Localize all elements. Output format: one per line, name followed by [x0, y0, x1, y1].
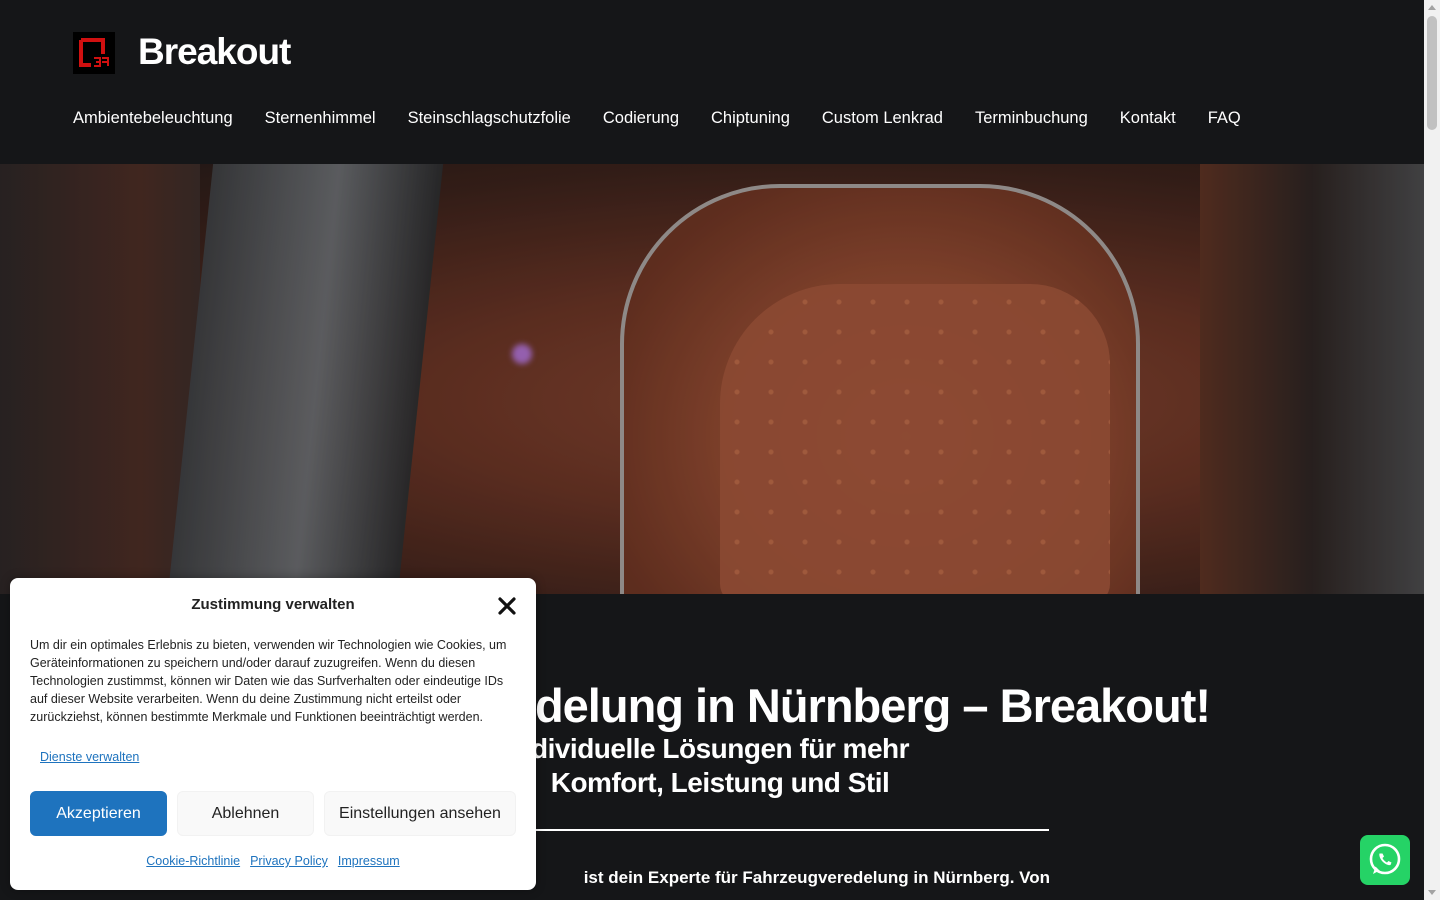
cookie-dialog-text: Um dir ein optimales Erlebnis zu bieten,… — [30, 638, 507, 724]
cookie-policy-link[interactable]: Cookie-Richtlinie — [146, 854, 240, 868]
impressum-link[interactable]: Impressum — [338, 854, 400, 868]
nav-item-kontakt[interactable]: Kontakt — [1120, 106, 1176, 130]
nav-item-terminbuchung[interactable]: Terminbuchung — [975, 106, 1088, 130]
cookie-consent-dialog: Zustimmung verwalten Um dir ein optimale… — [10, 578, 536, 890]
site-title[interactable]: Breakout — [138, 30, 291, 74]
privacy-policy-link[interactable]: Privacy Policy — [250, 854, 328, 868]
close-icon[interactable] — [496, 595, 518, 617]
nav-item-steinschlagschutzfolie[interactable]: Steinschlagschutzfolie — [408, 106, 571, 130]
manage-services-link[interactable]: Dienste verwalten — [40, 750, 139, 764]
hero-image — [0, 164, 1424, 594]
whatsapp-icon — [1369, 843, 1401, 875]
cookie-dialog-title: Zustimmung verwalten — [191, 596, 355, 613]
accept-button[interactable]: Akzeptieren — [30, 791, 167, 836]
site-header: Breakout Ambientebeleuchtung Sternenhimm… — [0, 0, 1424, 164]
scrollbar-thumb[interactable] — [1427, 16, 1437, 130]
nav-item-sternenhimmel[interactable]: Sternenhimmel — [265, 106, 376, 130]
deny-button[interactable]: Ablehnen — [177, 791, 314, 836]
nav-item-custom-lenkrad[interactable]: Custom Lenkrad — [822, 106, 943, 130]
whatsapp-chat-button[interactable] — [1360, 835, 1410, 885]
main-nav: Ambientebeleuchtung Sternenhimmel Steins… — [73, 106, 1241, 130]
nav-item-faq[interactable]: FAQ — [1208, 106, 1241, 130]
nav-item-chiptuning[interactable]: Chiptuning — [711, 106, 790, 130]
nav-item-codierung[interactable]: Codierung — [603, 106, 679, 130]
nav-item-ambientebeleuchtung[interactable]: Ambientebeleuchtung — [73, 106, 233, 130]
cookie-policy-links: Cookie-Richtlinie Privacy Policy Impress… — [10, 854, 536, 868]
view-preferences-button[interactable]: Einstellungen ansehen — [324, 791, 516, 836]
breakout-logo-icon[interactable] — [73, 32, 115, 74]
page-scrollbar[interactable] — [1424, 0, 1440, 900]
scroll-up-icon[interactable] — [1428, 5, 1436, 10]
scroll-down-icon[interactable] — [1428, 890, 1436, 895]
